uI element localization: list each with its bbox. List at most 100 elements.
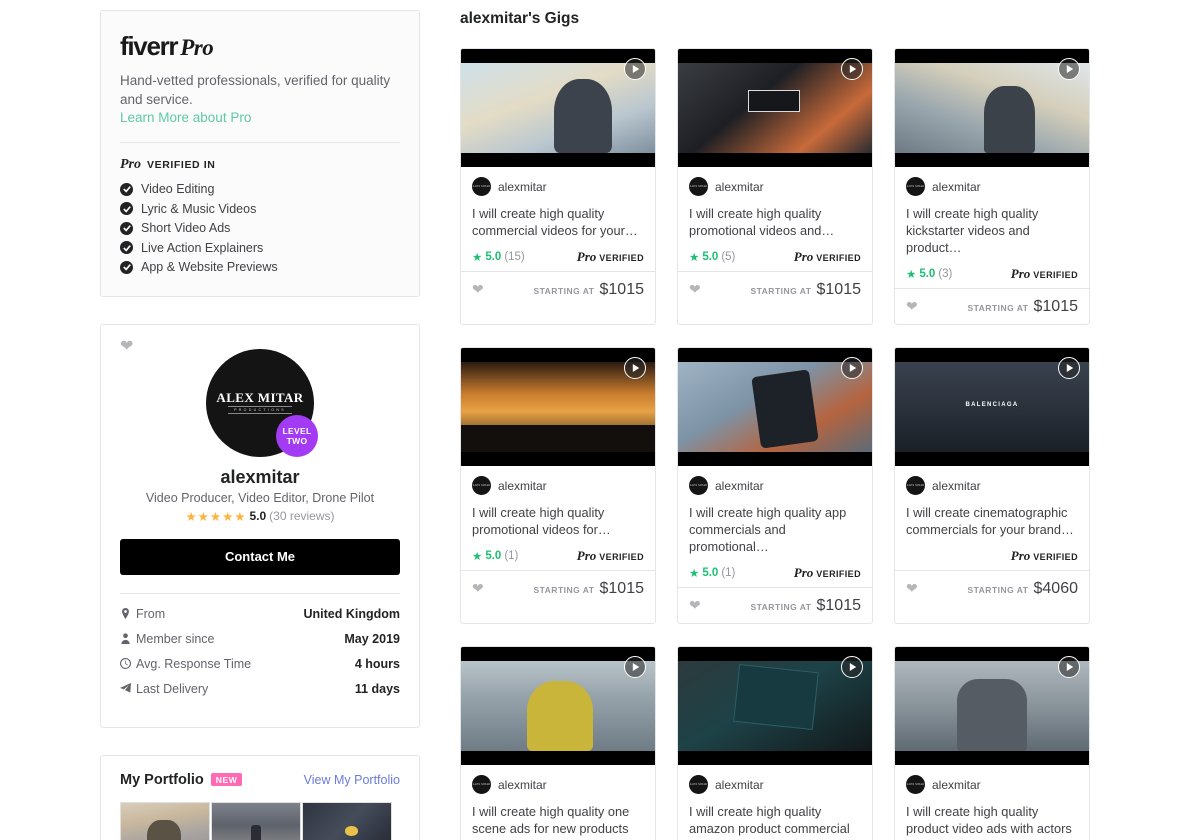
gig-seller[interactable]: ALEX MITAR alexmitar <box>906 177 1078 196</box>
gig-rating-count: (15) <box>504 251 525 263</box>
gig-seller[interactable]: ALEX MITAR alexmitar <box>689 775 861 794</box>
play-icon[interactable] <box>624 656 646 678</box>
portfolio-thumbnail[interactable] <box>302 801 392 840</box>
pro-mark: Pro <box>576 249 597 264</box>
list-item: Lyric & Music Videos <box>120 202 400 216</box>
play-icon[interactable] <box>1058 656 1080 678</box>
gig-rating-value: 5.0 <box>919 268 936 280</box>
favorite-heart-icon[interactable]: ❤ <box>472 580 484 597</box>
gig-seller[interactable]: ALEX MITAR alexmitar <box>906 476 1078 495</box>
info-row-member-since: Member since May 2019 <box>120 632 400 646</box>
gig-description[interactable]: I will create high quality promotional v… <box>472 504 644 538</box>
gig-rating-count: (3) <box>938 268 953 280</box>
gig-rating-value: 5.0 <box>702 251 719 263</box>
gig-description[interactable]: I will create high quality product video… <box>906 803 1078 837</box>
play-icon[interactable] <box>841 357 863 379</box>
gig-card[interactable]: ALEX MITAR alexmitar I will create high qu… <box>677 347 873 624</box>
gig-card[interactable]: ALEX MITAR alexmitar I will create high qu… <box>677 48 873 325</box>
play-icon[interactable] <box>841 58 863 80</box>
gig-thumbnail-image <box>461 63 655 153</box>
portfolio-thumbnail[interactable] <box>120 801 210 840</box>
fiverr-pro-card: fiverr Pro Hand-vetted professionals, ve… <box>100 10 420 297</box>
gig-grid: ALEX MITAR alexmitar I will create high qu… <box>460 48 1105 840</box>
gig-seller[interactable]: ALEX MITAR alexmitar <box>906 775 1078 794</box>
gig-description[interactable]: I will create high quality promotional v… <box>689 205 861 239</box>
gig-rating: ★ 5.0 (1) <box>472 549 518 563</box>
gig-seller[interactable]: ALEX MITAR alexmitar <box>689 476 861 495</box>
gig-seller[interactable]: ALEX MITAR alexmitar <box>472 476 644 495</box>
seller-rating: ★★★★★ 5.0 (30 reviews) <box>120 509 400 524</box>
gig-footer: ❤ STARTING AT $4060 <box>895 570 1089 606</box>
gig-price-value: $1015 <box>1033 297 1079 315</box>
gig-thumbnail[interactable] <box>678 49 872 167</box>
gig-thumbnail[interactable] <box>461 348 655 466</box>
divider <box>120 592 400 594</box>
favorite-heart-icon[interactable]: ❤ <box>472 281 484 298</box>
pro-badge-mark: Pro <box>120 157 141 172</box>
fiverr-pro-logo: fiverr Pro <box>120 31 400 62</box>
seller-username: alexmitar <box>220 466 300 487</box>
play-icon[interactable] <box>1058 357 1080 379</box>
gig-footer: ❤ STARTING AT $1015 <box>895 288 1089 324</box>
gig-rating-value: 5.0 <box>485 251 502 263</box>
pro-verified-badge: Pro VERIFIED <box>577 249 644 265</box>
gig-card[interactable]: ALEX MITAR alexmitar I will create high qu… <box>460 48 656 325</box>
portfolio-thumbnail[interactable] <box>211 801 301 840</box>
gig-thumbnail[interactable] <box>461 49 655 167</box>
gig-description[interactable]: I will create high quality amazon produc… <box>689 803 861 840</box>
info-label: From <box>136 606 166 621</box>
gig-card[interactable]: ALEX MITAR alexmitar I will create cinemat… <box>894 347 1090 624</box>
gig-thumbnail-image <box>461 362 655 452</box>
gig-card[interactable]: ALEX MITAR alexmitar I will create high qu… <box>677 646 873 840</box>
gig-seller[interactable]: ALEX MITAR alexmitar <box>472 177 644 196</box>
gig-thumbnail[interactable] <box>895 647 1089 765</box>
gig-price-value: $4060 <box>1033 579 1079 597</box>
gig-description[interactable]: I will create high quality one scene ads… <box>472 803 644 837</box>
gig-card[interactable]: ALEX MITAR alexmitar I will create high qu… <box>894 646 1090 840</box>
gig-description[interactable]: I will create high quality app commercia… <box>689 504 861 555</box>
gig-thumbnail[interactable] <box>678 348 872 466</box>
play-icon[interactable] <box>624 58 646 80</box>
pro-mark: Pro <box>1010 266 1031 281</box>
pro-mark: Pro <box>793 565 814 580</box>
check-circle-icon <box>120 221 133 235</box>
gig-description[interactable]: I will create high quality commercial vi… <box>472 205 644 239</box>
play-icon[interactable] <box>841 656 863 678</box>
location-pin-icon <box>120 608 136 619</box>
play-icon[interactable] <box>1058 58 1080 80</box>
verified-label: VERIFIED <box>816 253 861 263</box>
star-rating-icon: ★★★★★ <box>185 509 247 524</box>
seller-avatar: ALEX MITAR <box>472 775 491 794</box>
gig-card[interactable]: ALEX MITAR alexmitar I will create high qu… <box>460 347 656 624</box>
gig-thumbnail[interactable] <box>461 647 655 765</box>
star-icon: ★ <box>472 252 483 264</box>
gig-card[interactable]: ALEX MITAR alexmitar I will create high qu… <box>894 48 1090 325</box>
gig-thumbnail[interactable] <box>678 647 872 765</box>
play-icon[interactable] <box>624 357 646 379</box>
info-label: Avg. Response Time <box>136 656 252 671</box>
gig-card[interactable]: ALEX MITAR alexmitar I will create high qu… <box>460 646 656 840</box>
gig-price: STARTING AT $1015 <box>750 597 861 615</box>
favorite-heart-icon[interactable]: ❤ <box>689 281 701 298</box>
gig-seller[interactable]: ALEX MITAR alexmitar <box>689 177 861 196</box>
info-value: 4 hours <box>354 656 400 671</box>
favorite-heart-icon[interactable]: ❤ <box>906 580 918 597</box>
starting-at-label: STARTING AT <box>750 601 812 612</box>
verified-skill-label: App & Website Previews <box>141 260 278 274</box>
gig-description[interactable]: I will create cinematographic commercial… <box>906 504 1078 538</box>
learn-more-about-pro-link[interactable]: Learn More about Pro <box>120 110 400 125</box>
verified-label: VERIFIED <box>1033 270 1078 280</box>
gig-seller[interactable]: ALEX MITAR alexmitar <box>472 775 644 794</box>
gig-description[interactable]: I will create high quality kickstarter v… <box>906 205 1078 256</box>
seller-avatar: ALEX MITAR <box>689 177 708 196</box>
favorite-heart-icon[interactable]: ❤ <box>906 298 918 315</box>
view-my-portfolio-link[interactable]: View My Portfolio <box>304 773 400 787</box>
gig-thumbnail[interactable] <box>895 49 1089 167</box>
gig-meta: ★ 5.0 (15) Pro VERIFIED <box>472 243 644 271</box>
gig-meta: Pro VERIFIED <box>906 542 1078 570</box>
gig-thumbnail[interactable] <box>895 348 1089 466</box>
contact-me-button[interactable]: Contact Me <box>120 538 400 575</box>
seller-avatar: ALEX MITAR <box>472 476 491 495</box>
level-badge: LEVEL TWO <box>276 414 318 457</box>
favorite-heart-icon[interactable]: ❤ <box>689 597 701 614</box>
